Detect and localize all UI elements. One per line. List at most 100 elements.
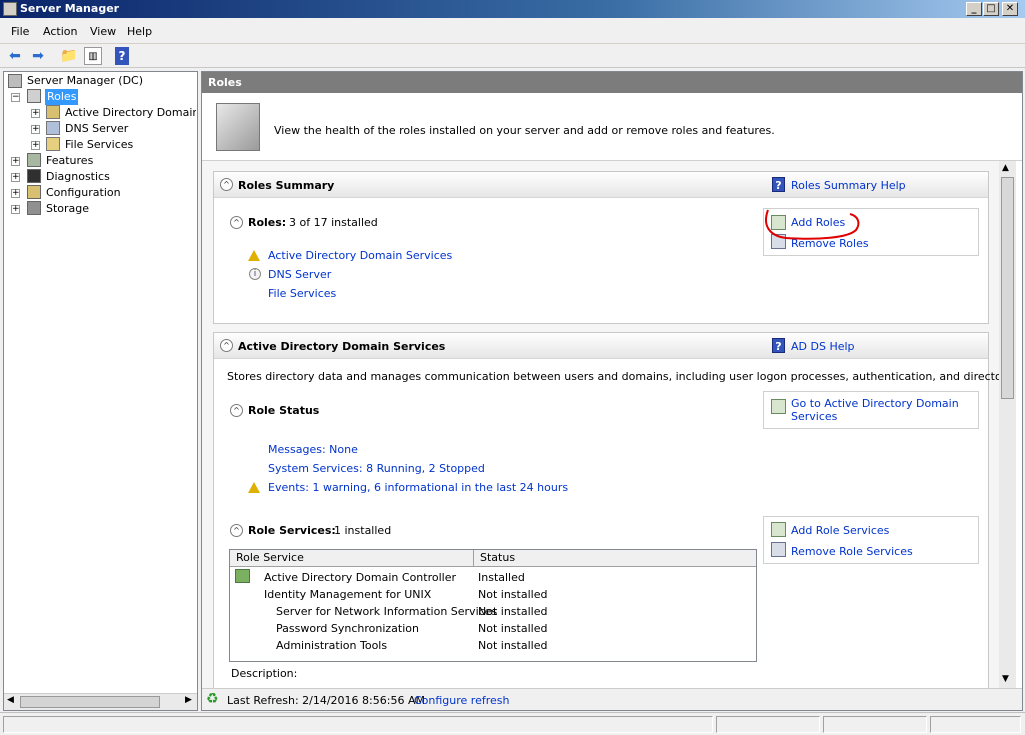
status-segment: [823, 716, 927, 733]
tree-item-file-services[interactable]: File Services: [65, 137, 133, 153]
expand-icon[interactable]: +: [11, 205, 20, 214]
expand-icon[interactable]: +: [11, 173, 20, 182]
table-row-name: Active Directory Domain Controller: [264, 571, 457, 584]
table-row-status: Not installed: [478, 639, 548, 652]
diagnostics-icon: [27, 169, 41, 183]
refresh-bar: ♻ Last Refresh: 2/14/2016 8:56:56 AM Con…: [202, 688, 1022, 710]
roles-icon: [27, 89, 41, 103]
scroll-left-icon[interactable]: ◀: [7, 695, 14, 705]
help-icon: ?: [772, 338, 785, 353]
role-link-adds[interactable]: Active Directory Domain Services: [268, 249, 452, 262]
system-services-link[interactable]: System Services: 8 Running, 2 Stopped: [268, 462, 485, 475]
warning-icon: [248, 482, 260, 493]
table-row-name: Administration Tools: [276, 639, 388, 652]
menu-bar: File Action View Help: [0, 18, 1025, 44]
table-row-name: Identity Management for UNIX: [264, 588, 432, 601]
status-bar: [0, 712, 1025, 735]
expand-icon[interactable]: +: [31, 109, 40, 118]
role-link-file-services[interactable]: File Services: [268, 287, 336, 300]
roles-summary-help-link[interactable]: Roles Summary Help: [791, 179, 906, 192]
roles-summary-section: ^ Roles Summary ? Roles Summary Help ^ R…: [213, 171, 989, 324]
role-services-count: 1 installed: [334, 524, 392, 537]
add-role-services-icon: [771, 522, 786, 537]
menu-action[interactable]: Action: [43, 25, 77, 38]
expand-icon[interactable]: +: [11, 157, 20, 166]
table-row-status: Installed: [478, 571, 525, 584]
up-folder-icon[interactable]: 📁: [60, 47, 78, 65]
tree-root[interactable]: Server Manager (DC): [27, 73, 143, 89]
refresh-icon[interactable]: ♻: [206, 691, 219, 707]
collapse-icon[interactable]: ^: [230, 404, 243, 417]
tree-item-roles[interactable]: Roles: [45, 89, 79, 105]
red-annotation-circle: [765, 209, 860, 240]
file-services-icon: [46, 137, 60, 151]
table-row-status: Not installed: [478, 588, 548, 601]
show-hide-tree-icon[interactable]: ▥: [84, 47, 102, 65]
help-icon[interactable]: ?: [115, 47, 129, 65]
back-arrow-icon[interactable]: ⬅: [6, 47, 24, 65]
column-header-status[interactable]: Status: [474, 550, 756, 567]
help-icon: ?: [772, 177, 785, 192]
info-icon: i: [249, 268, 261, 280]
scroll-thumb[interactable]: [1001, 177, 1014, 399]
collapse-icon[interactable]: ^: [220, 178, 233, 191]
menu-file[interactable]: File: [11, 25, 29, 38]
configure-refresh-link[interactable]: Configure refresh: [414, 694, 509, 707]
roles-summary-title: Roles Summary: [238, 179, 335, 192]
forward-arrow-icon[interactable]: ➡: [29, 47, 47, 65]
remove-role-services-icon: [771, 542, 786, 557]
table-row-status: Not installed: [478, 605, 548, 618]
messages-link[interactable]: Messages: None: [268, 443, 358, 456]
minimize-button[interactable]: _: [966, 2, 982, 16]
page-title: Roles: [202, 72, 1022, 93]
goto-adds-link[interactable]: Go to Active Directory Domain Services: [791, 397, 971, 423]
close-button[interactable]: ✕: [1002, 2, 1018, 16]
roles-description-area: View the health of the roles installed o…: [202, 93, 1022, 161]
server-manager-icon: [3, 2, 17, 16]
remove-role-services-link[interactable]: Remove Role Services: [791, 545, 913, 558]
menu-view[interactable]: View: [90, 25, 116, 38]
roles-summary-header: ^ Roles Summary ? Roles Summary Help: [214, 172, 988, 198]
tree-item-dns[interactable]: DNS Server: [65, 121, 128, 137]
menu-help[interactable]: Help: [127, 25, 152, 38]
events-link[interactable]: Events: 1 warning, 6 informational in th…: [268, 481, 568, 494]
expand-icon[interactable]: +: [31, 141, 40, 150]
collapse-icon[interactable]: ^: [230, 524, 243, 537]
status-segment: [716, 716, 820, 733]
add-role-services-link[interactable]: Add Role Services: [791, 524, 889, 537]
tree-item-diagnostics[interactable]: Diagnostics: [46, 169, 110, 185]
status-segment: [930, 716, 1021, 733]
dns-icon: [46, 121, 60, 135]
expand-icon[interactable]: +: [11, 189, 20, 198]
adds-help-link[interactable]: AD DS Help: [791, 340, 855, 353]
tree-item-adds[interactable]: Active Directory Domain Se: [65, 105, 196, 121]
description-label: Description:: [231, 667, 298, 680]
tree-item-storage[interactable]: Storage: [46, 201, 89, 217]
features-icon: [27, 153, 41, 167]
storage-icon: [27, 201, 41, 215]
expand-icon[interactable]: +: [31, 125, 40, 134]
adds-section-header: ^ Active Directory Domain Services ? AD …: [214, 333, 988, 359]
role-services-label: Role Services:: [248, 524, 336, 537]
scroll-right-icon[interactable]: ▶: [185, 695, 192, 705]
status-segment: [3, 716, 713, 733]
content-vertical-scrollbar[interactable]: ▲ ▼: [999, 161, 1016, 688]
scroll-up-icon[interactable]: ▲: [1002, 163, 1009, 173]
last-refresh-text: Last Refresh: 2/14/2016 8:56:56 AM: [227, 694, 425, 707]
tree-item-configuration[interactable]: Configuration: [46, 185, 121, 201]
collapse-icon[interactable]: ^: [230, 216, 243, 229]
tree-item-features[interactable]: Features: [46, 153, 93, 169]
scroll-down-icon[interactable]: ▼: [1002, 674, 1009, 684]
tree-horizontal-scrollbar[interactable]: ◀ ▶: [4, 693, 197, 710]
column-header-role-service[interactable]: Role Service: [230, 550, 474, 567]
title-bar: Server Manager _ □ ✕: [0, 0, 1025, 18]
roles-count: 3 of 17 installed: [289, 216, 378, 229]
collapse-icon[interactable]: ^: [220, 339, 233, 352]
server-icon: [8, 74, 22, 88]
adds-description: Stores directory data and manages commun…: [227, 370, 999, 383]
scroll-thumb[interactable]: [20, 696, 160, 708]
maximize-button[interactable]: □: [983, 2, 999, 16]
role-link-dns[interactable]: DNS Server: [268, 268, 331, 281]
table-row-status: Not installed: [478, 622, 548, 635]
collapse-icon[interactable]: −: [11, 93, 20, 102]
